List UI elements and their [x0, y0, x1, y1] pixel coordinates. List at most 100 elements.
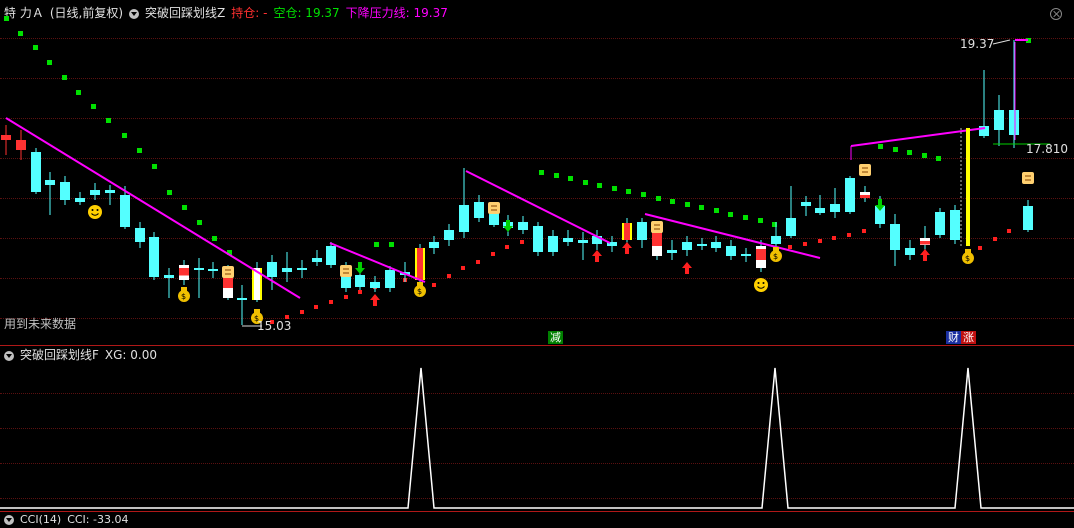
support-dot [212, 236, 217, 241]
candle-body [120, 195, 130, 227]
candle-body [682, 242, 692, 250]
highlight-candle [624, 223, 630, 240]
support-dot [197, 220, 202, 225]
tag-jian: 减 [548, 331, 563, 344]
candle-body [90, 190, 100, 195]
support-dot [554, 173, 559, 178]
candle-body [429, 242, 439, 248]
candle-body [459, 205, 469, 232]
candle-body [578, 240, 588, 243]
candle-body [533, 226, 543, 252]
candle-body [786, 218, 796, 236]
support-dot [106, 118, 111, 123]
support-dot [893, 147, 898, 152]
candle-body [135, 228, 145, 242]
money-bag-icon [417, 282, 423, 286]
candle-body [518, 222, 528, 230]
highlight-candle [179, 268, 189, 276]
candle-body [237, 298, 247, 300]
candle-body [474, 202, 484, 218]
candle-body [75, 198, 85, 202]
note-icon [340, 265, 352, 277]
low-price-label: 15.03 [257, 319, 292, 333]
candle-body [267, 262, 277, 277]
candle-body [370, 282, 380, 288]
money-bag-icon: $ [773, 252, 778, 261]
tag-cai: 财 [946, 331, 961, 344]
support-dot [374, 242, 379, 247]
buy-arrow-icon [920, 249, 930, 261]
note-icon [1022, 172, 1034, 184]
stop-dot [344, 295, 348, 299]
support-dot [33, 45, 38, 50]
candle-body [326, 246, 336, 265]
resistance-line [850, 127, 986, 147]
candle-body [60, 182, 70, 200]
note-icon [651, 221, 663, 233]
support-dot [568, 176, 573, 181]
mid-price-label: 17.810 [1026, 142, 1068, 156]
support-dot [612, 186, 617, 191]
stop-dot [520, 240, 524, 244]
support-dot [47, 60, 52, 65]
smiley-icon [91, 209, 94, 211]
support-dot [389, 242, 394, 247]
stop-dot [847, 233, 851, 237]
smiley-icon [754, 278, 768, 292]
support-dot [743, 215, 748, 220]
support-dot [878, 144, 883, 149]
stop-dot [978, 246, 982, 250]
stop-dot [993, 237, 997, 241]
candle-body [105, 190, 115, 193]
stop-dot [314, 305, 318, 309]
support-dot [907, 150, 912, 155]
support-dot [670, 199, 675, 204]
highlight-candle [860, 195, 870, 198]
smiley-icon [762, 282, 765, 284]
support-dot [728, 212, 733, 217]
candle-body [45, 180, 55, 185]
stop-dot [818, 239, 822, 243]
support-dot [76, 90, 81, 95]
stop-dot [476, 260, 480, 264]
support-dot [936, 156, 941, 161]
support-dot [685, 202, 690, 207]
xg-signal-line [0, 367, 1074, 509]
stop-dot [329, 300, 333, 304]
support-dot [922, 153, 927, 158]
support-dot [122, 133, 127, 138]
candle-body [697, 244, 707, 246]
highlight-candle [756, 249, 766, 260]
support-dot [18, 31, 23, 36]
high-price-label: 19.37 [960, 37, 995, 51]
candle-body [1009, 110, 1019, 135]
candle-body [1, 135, 11, 140]
highlight-candle [920, 241, 930, 245]
note-icon [859, 164, 871, 176]
candle-body [548, 236, 558, 252]
candle-body [741, 254, 751, 256]
candle-body [815, 208, 825, 213]
support-dot [137, 148, 142, 153]
candle-body [297, 268, 307, 270]
stop-dot [803, 242, 807, 246]
money-bag-icon: $ [965, 254, 970, 263]
candle-body [282, 268, 292, 272]
candle-body [905, 248, 915, 255]
buy-arrow-icon [682, 262, 692, 274]
stop-dot [862, 229, 866, 233]
tag-zhang: 涨 [961, 331, 976, 344]
stop-dot [447, 274, 451, 278]
candle-body [149, 237, 159, 277]
candle-body [711, 242, 721, 248]
candle-body [563, 238, 573, 242]
stop-dot [491, 252, 495, 256]
candle-body [801, 202, 811, 206]
stop-dot [300, 310, 304, 314]
money-bag-icon [181, 287, 187, 291]
candle-body [164, 275, 174, 278]
support-dot [182, 205, 187, 210]
candle-body [355, 275, 365, 287]
price-chart[interactable]: $$$$ $ [0, 0, 1074, 522]
support-dot [656, 196, 661, 201]
